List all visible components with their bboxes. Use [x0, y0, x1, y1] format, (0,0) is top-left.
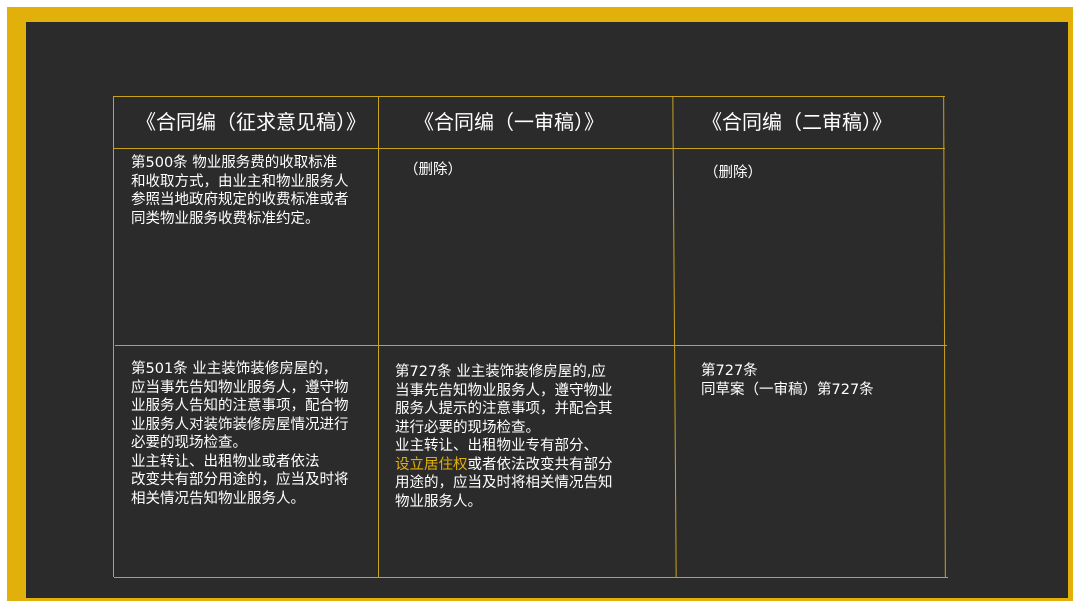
row2-col3-text: 第727条 同草案（一审稿）第727条 — [701, 363, 874, 398]
row1-col1-text: 第500条 物业服务费的收取标准 和收取方式，由业主和物业服务人 参照当地政府规… — [131, 155, 349, 227]
row1-col2-text: （删除） — [404, 162, 462, 178]
header-draft-for-comment: 《合同编（征求意见稿）》 — [136, 110, 366, 134]
table-border-top — [113, 96, 945, 97]
row2-col2-text: 第727条 业主装饰装修房屋的,应 当事先告知物业服务人，遵守物业 服务人提示的… — [395, 363, 665, 511]
header-first-reading: 《合同编（一审稿）》 — [414, 110, 604, 134]
highlight-residence-right: 设立居住权 — [395, 456, 468, 473]
table-border-bottom — [114, 577, 948, 578]
row1-col3-text: （删除） — [704, 165, 762, 181]
row2-col1-text: 第501条 业主装饰装修房屋的， 应当事先告知物业服务人，遵守物 业服务人告知的… — [131, 361, 349, 507]
header-second-reading: 《合同编（二审稿）》 — [702, 110, 892, 134]
table-border-left — [113, 96, 114, 577]
column-divider-1 — [378, 96, 379, 577]
row-divider — [115, 345, 947, 346]
row2-col2-part1: 第727条 业主装饰装修房屋的,应 当事先告知物业服务人，遵守物业 服务人提示的… — [395, 364, 613, 454]
header-divider — [113, 148, 945, 149]
